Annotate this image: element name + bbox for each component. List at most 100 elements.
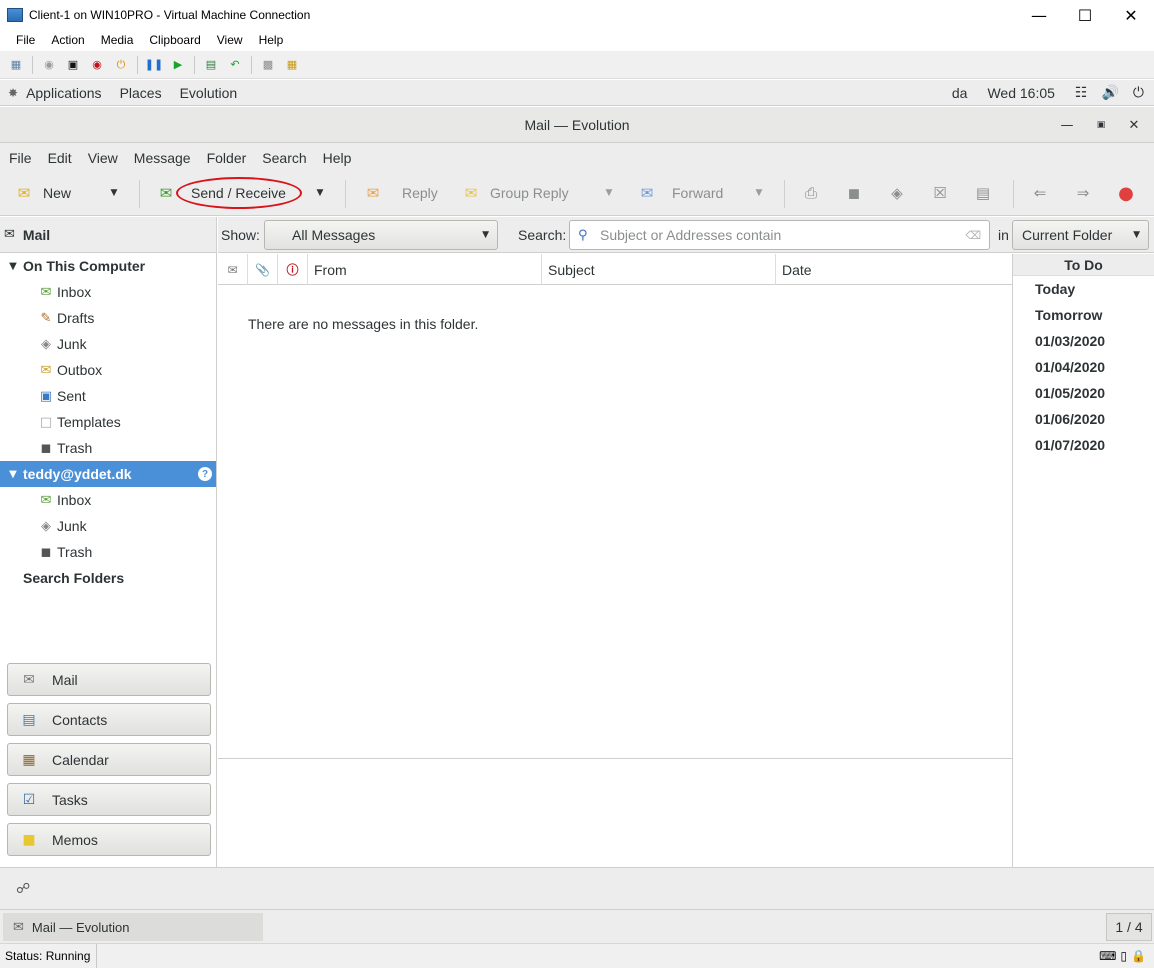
- todo-day[interactable]: 01/06/2020: [1013, 406, 1154, 432]
- folder-account-trash[interactable]: ◼ Trash: [0, 539, 216, 565]
- new-button[interactable]: ✉ New: [13, 178, 71, 208]
- expander-down-icon[interactable]: ▼: [6, 469, 20, 480]
- workspace-indicator[interactable]: 1 / 4: [1106, 913, 1152, 941]
- clock[interactable]: Wed 16:05: [987, 85, 1054, 101]
- volume-icon[interactable]: 🔊: [1101, 85, 1118, 101]
- column-status[interactable]: ✉: [218, 254, 248, 285]
- delete-icon[interactable]: ◼: [842, 182, 866, 204]
- checkpoint-icon[interactable]: ▤: [203, 57, 219, 73]
- online-status-icon[interactable]: ☍: [16, 881, 30, 897]
- folder-local-trash[interactable]: ◼ Trash: [0, 435, 216, 461]
- show-filter-combo[interactable]: All Messages ▼: [264, 220, 498, 250]
- todo-day[interactable]: 01/04/2020: [1013, 354, 1154, 380]
- host-minimize-button[interactable]: —: [1016, 0, 1062, 30]
- junk-icon[interactable]: ◈: [885, 182, 909, 204]
- switcher-contacts-button[interactable]: ▤ Contacts: [7, 703, 211, 736]
- todo-day[interactable]: 01/03/2020: [1013, 328, 1154, 354]
- folder-group-account[interactable]: ▼ teddy@yddet.dk ?: [0, 461, 216, 487]
- send-receive-button[interactable]: ✉ Send / Receive: [155, 178, 286, 208]
- host-menu-clipboard[interactable]: Clipboard: [141, 33, 208, 47]
- menu-message[interactable]: Message: [126, 150, 199, 166]
- host-toolbar-separator: [32, 55, 33, 74]
- column-from[interactable]: From: [308, 254, 542, 285]
- enhanced-session-icon[interactable]: ▩: [260, 57, 276, 73]
- forward-button[interactable]: ✉ Forward: [636, 178, 724, 208]
- folder-account-inbox[interactable]: ✉ Inbox: [0, 487, 216, 513]
- group-reply-button[interactable]: ✉ Group Reply: [460, 178, 569, 208]
- folder-local-junk[interactable]: ◈ Junk: [0, 331, 216, 357]
- host-maximize-button[interactable]: ☐: [1062, 0, 1108, 30]
- todo-day[interactable]: Today: [1013, 276, 1154, 302]
- keyboard-layout-indicator[interactable]: da: [952, 85, 968, 101]
- switcher-calendar-button[interactable]: ▦ Calendar: [7, 743, 211, 776]
- search-scope-combo[interactable]: Current Folder ▼: [1012, 220, 1149, 250]
- switcher-memos-button[interactable]: ■ Memos: [7, 823, 211, 856]
- print-icon[interactable]: ⎙: [799, 182, 823, 204]
- pause-icon[interactable]: ❚❚: [145, 57, 163, 73]
- expander-down-icon[interactable]: ▼: [6, 261, 20, 272]
- forward-dropdown-icon[interactable]: ▼: [751, 178, 767, 208]
- start-icon[interactable]: ◉: [41, 57, 57, 73]
- host-close-button[interactable]: ✕: [1108, 0, 1154, 30]
- search-icon[interactable]: ⚲: [578, 228, 596, 243]
- folder-local-drafts[interactable]: ✎ Drafts: [0, 305, 216, 331]
- taskbar-item-evolution[interactable]: ✉ Mail — Evolution: [3, 913, 263, 941]
- evo-maximize-icon[interactable]: ▣: [1084, 107, 1118, 143]
- power-icon[interactable]: ⏻: [1133, 85, 1144, 101]
- todo-day[interactable]: 01/05/2020: [1013, 380, 1154, 406]
- previous-icon[interactable]: ⇐: [1028, 182, 1052, 204]
- stop-icon[interactable]: ●: [1114, 182, 1138, 204]
- folder-local-inbox[interactable]: ✉ Inbox: [0, 279, 216, 305]
- column-subject[interactable]: Subject: [542, 254, 776, 285]
- shut-down-icon[interactable]: ◉: [89, 57, 105, 73]
- evo-close-icon[interactable]: ✕: [1117, 107, 1151, 143]
- menu-search[interactable]: Search: [254, 150, 314, 166]
- host-menu-view[interactable]: View: [209, 33, 251, 47]
- folder-local-templates[interactable]: □ Templates: [0, 409, 216, 435]
- turn-off-icon[interactable]: ▣: [65, 57, 81, 73]
- share-icon[interactable]: ▦: [284, 57, 300, 73]
- menu-view[interactable]: View: [80, 150, 126, 166]
- switcher-mail-button[interactable]: ✉ Mail: [7, 663, 211, 696]
- send-receive-dropdown-icon[interactable]: ▼: [312, 178, 328, 208]
- resume-icon[interactable]: ▶: [170, 57, 186, 73]
- host-menu-action[interactable]: Action: [43, 33, 92, 47]
- message-list[interactable]: ✉ 📎 ⓘ From Subject Date There are no mes…: [218, 254, 1012, 758]
- gnome-applications-menu[interactable]: Applications: [18, 85, 110, 101]
- host-menu-help[interactable]: Help: [251, 33, 292, 47]
- gnome-places-menu[interactable]: Places: [110, 85, 170, 101]
- gnome-app-menu[interactable]: Evolution: [170, 85, 246, 101]
- ctrl-alt-del-icon[interactable]: ▦: [8, 57, 24, 73]
- archive-icon[interactable]: ▤: [971, 182, 995, 204]
- next-icon[interactable]: ⇒: [1071, 182, 1095, 204]
- host-menu-media[interactable]: Media: [93, 33, 142, 47]
- folder-local-sent[interactable]: ▣ Sent: [0, 383, 216, 409]
- menu-folder[interactable]: Folder: [199, 150, 255, 166]
- reply-button[interactable]: ✉ Reply: [362, 178, 438, 208]
- column-date[interactable]: Date: [776, 254, 1012, 285]
- host-menu-file[interactable]: File: [0, 33, 43, 47]
- search-box[interactable]: ⚲ ⌫: [569, 220, 990, 250]
- menu-help[interactable]: Help: [315, 150, 360, 166]
- switcher-tasks-button[interactable]: ☑ Tasks: [7, 783, 211, 816]
- save-state-icon[interactable]: ⏻: [113, 57, 129, 73]
- folder-local-outbox[interactable]: ✉ Outbox: [0, 357, 216, 383]
- folder-group-on-this-computer[interactable]: ▼ On This Computer: [0, 253, 216, 279]
- search-input[interactable]: [600, 227, 960, 243]
- folder-group-search-folders[interactable]: Search Folders: [0, 565, 216, 591]
- column-flag[interactable]: ⓘ: [278, 254, 308, 285]
- todo-day[interactable]: 01/07/2020: [1013, 432, 1154, 458]
- not-junk-icon[interactable]: ☒: [928, 182, 952, 204]
- new-dropdown-icon[interactable]: ▼: [106, 178, 122, 208]
- menu-file[interactable]: File: [0, 150, 40, 166]
- todo-day[interactable]: Tomorrow: [1013, 302, 1154, 328]
- folder-account-junk[interactable]: ◈ Junk: [0, 513, 216, 539]
- group-reply-dropdown-icon[interactable]: ▼: [601, 178, 617, 208]
- evo-minimize-icon[interactable]: —: [1050, 107, 1084, 143]
- clear-search-icon[interactable]: ⌫: [965, 229, 981, 242]
- revert-icon[interactable]: ↶: [227, 57, 243, 73]
- send-receive-label: Send / Receive: [191, 185, 286, 201]
- network-icon[interactable]: ☷: [1075, 85, 1088, 101]
- column-attachment[interactable]: 📎: [248, 254, 278, 285]
- menu-edit[interactable]: Edit: [40, 150, 80, 166]
